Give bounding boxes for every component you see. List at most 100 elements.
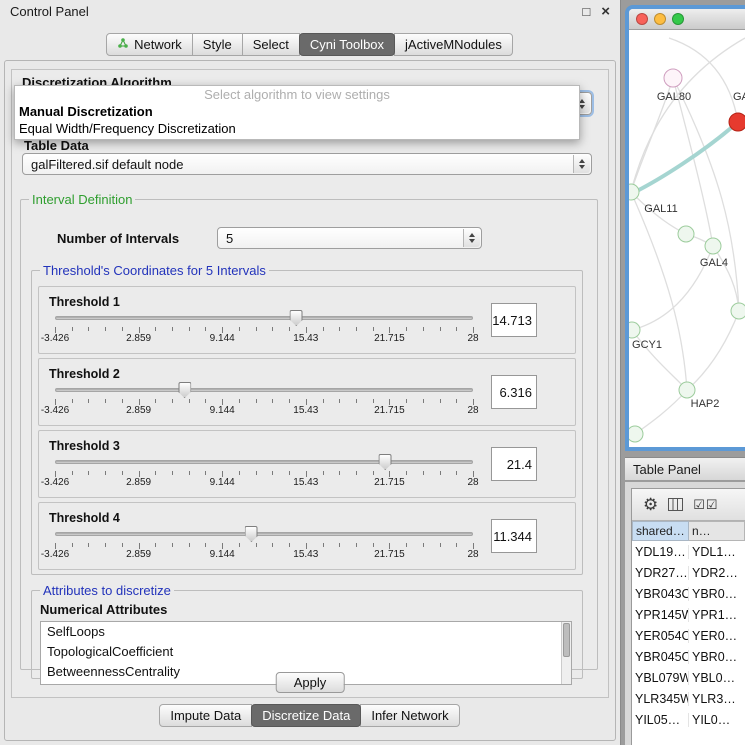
table-row[interactable]: YBL079WYBL0…: [632, 667, 745, 688]
slider-tick-label: 28: [467, 333, 478, 344]
zoom-traffic-light-icon[interactable]: [672, 13, 684, 25]
tab-impute-data[interactable]: Impute Data: [159, 704, 252, 727]
network-window-titlebar[interactable]: [629, 9, 745, 30]
slider-tick: [189, 399, 190, 403]
slider-handle[interactable]: [245, 526, 258, 542]
tab-discretize-data[interactable]: Discretize Data: [251, 704, 361, 727]
apply-button[interactable]: Apply: [276, 672, 345, 693]
table-row[interactable]: YER054CYER0…: [632, 625, 745, 646]
slider-tick: [289, 327, 290, 331]
table-panel-titlebar[interactable]: Table Panel: [625, 457, 745, 481]
list-scrollbar[interactable]: [561, 622, 571, 684]
network-node[interactable]: [629, 426, 643, 442]
network-node[interactable]: [664, 69, 682, 87]
float-window-icon[interactable]: □: [582, 5, 590, 18]
table-row[interactable]: YBR045CYBR0…: [632, 646, 745, 667]
table-data-combobox[interactable]: galFiltered.sif default node: [22, 153, 592, 175]
slider-handle[interactable]: [290, 310, 303, 326]
slider-tick: [105, 471, 106, 475]
slider-tick-label: -3.426: [41, 405, 69, 416]
attribute-list-item[interactable]: SelfLoops: [41, 622, 571, 642]
close-traffic-light-icon[interactable]: [636, 13, 648, 25]
dropdown-item-manual-discretization[interactable]: Manual Discretization: [15, 103, 579, 120]
tab-cyni-toolbox[interactable]: Cyni Toolbox: [299, 33, 395, 56]
threshold-value-field[interactable]: 14.713: [491, 303, 537, 337]
network-canvas[interactable]: GAL80GAGAL11GAL4GCY1HAP2: [629, 30, 745, 447]
network-node[interactable]: [729, 113, 745, 131]
network-node[interactable]: [678, 226, 694, 242]
network-node-label: GAL80: [657, 91, 691, 103]
threshold-slider[interactable]: [55, 454, 473, 470]
tab-label: Infer Network: [371, 708, 448, 723]
threshold-value-field[interactable]: 6.316: [491, 375, 537, 409]
table-cell[interactable]: YBR043C: [632, 587, 689, 601]
threshold-value-field[interactable]: 21.4: [491, 447, 537, 481]
table-cell[interactable]: YER054C: [632, 629, 689, 643]
slider-tick: [373, 543, 374, 547]
table-row[interactable]: YIL05…YIL0…: [632, 709, 745, 730]
table-row[interactable]: YLR345WYLR3…: [632, 688, 745, 709]
table-cell[interactable]: YBR0…: [689, 587, 745, 601]
combo-stepper-icon[interactable]: [573, 155, 590, 173]
threshold-slider[interactable]: [55, 526, 473, 542]
slider-tick: [155, 327, 156, 331]
table-cell[interactable]: YDL19…: [632, 545, 689, 559]
slider-handle[interactable]: [379, 454, 392, 470]
scrollbar-thumb[interactable]: [563, 623, 570, 657]
slider-tick: [423, 471, 424, 475]
network-node[interactable]: [731, 303, 745, 319]
slider-tick: [272, 399, 273, 403]
table-cell[interactable]: YDR2…: [689, 566, 745, 580]
column-header-name[interactable]: n…: [689, 521, 745, 541]
table-cell[interactable]: YIL0…: [689, 713, 745, 727]
slider-tick-label: 2.859: [126, 333, 151, 344]
table-cell[interactable]: YBL079W: [632, 671, 689, 685]
table-row[interactable]: YDL19…YDL1…: [632, 541, 745, 562]
select-columns-icon[interactable]: ☑☑: [693, 497, 718, 513]
slider-track[interactable]: [55, 460, 473, 464]
gear-icon[interactable]: ⚙: [643, 496, 658, 513]
table-cell[interactable]: YBR0…: [689, 650, 745, 664]
table-cell[interactable]: YPR1…: [689, 608, 745, 622]
minimize-traffic-light-icon[interactable]: [654, 13, 666, 25]
table-cell[interactable]: YDR27…: [632, 566, 689, 580]
tab-infer-network[interactable]: Infer Network: [360, 704, 459, 727]
column-header-shared-name[interactable]: shared…: [632, 521, 689, 541]
table-row[interactable]: YPR145WYPR1…: [632, 604, 745, 625]
network-node[interactable]: [705, 238, 721, 254]
table-cell[interactable]: YIL05…: [632, 713, 689, 727]
network-view-window: GAL80GAGAL11GAL4GCY1HAP2: [625, 5, 745, 451]
table-row[interactable]: YBR043CYBR0…: [632, 583, 745, 604]
slider-tick: [373, 327, 374, 331]
threshold-slider[interactable]: [55, 310, 473, 326]
slider-tick: [239, 399, 240, 403]
slider-track[interactable]: [55, 532, 473, 536]
tab-style[interactable]: Style: [192, 33, 243, 56]
tab-jactivemnodules[interactable]: jActiveMNodules: [394, 33, 513, 56]
number-of-intervals-label: Number of Intervals: [57, 231, 179, 246]
threshold-label: Threshold 3: [49, 439, 483, 453]
network-node[interactable]: [679, 382, 695, 398]
threshold-value-field[interactable]: 11.344: [491, 519, 537, 553]
table-cell[interactable]: YPR145W: [632, 608, 689, 622]
tab-network[interactable]: Network: [106, 33, 193, 56]
table-cell[interactable]: YBR045C: [632, 650, 689, 664]
table-cell[interactable]: YER0…: [689, 629, 745, 643]
columns-icon[interactable]: [668, 498, 683, 511]
slider-track[interactable]: [55, 316, 473, 320]
dropdown-item-equal-width[interactable]: Equal Width/Frequency Discretization: [15, 120, 579, 137]
threshold-slider[interactable]: [55, 382, 473, 398]
tab-select[interactable]: Select: [242, 33, 300, 56]
table-cell[interactable]: YLR3…: [689, 692, 745, 706]
slider-track[interactable]: [55, 388, 473, 392]
slider-handle[interactable]: [178, 382, 191, 398]
table-cell[interactable]: YBL0…: [689, 671, 745, 685]
attribute-list-item[interactable]: TopologicalCoefficient: [41, 642, 571, 662]
close-window-icon[interactable]: ×: [601, 5, 610, 18]
table-row[interactable]: YDR27…YDR2…: [632, 562, 745, 583]
combo-stepper-icon[interactable]: [463, 229, 480, 247]
table-cell[interactable]: YLR345W: [632, 692, 689, 706]
network-node[interactable]: [629, 322, 640, 338]
number-of-intervals-combobox[interactable]: 5: [217, 227, 482, 249]
table-cell[interactable]: YDL1…: [689, 545, 745, 559]
